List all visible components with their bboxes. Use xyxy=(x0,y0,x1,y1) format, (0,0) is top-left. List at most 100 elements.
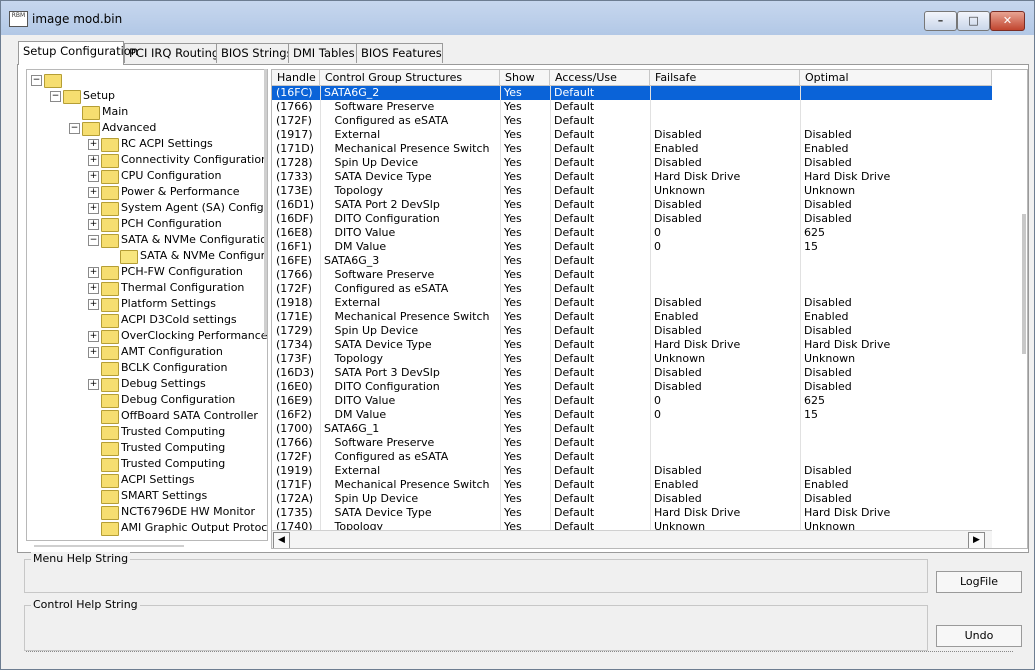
scroll-left-arrow-icon[interactable]: ◀ xyxy=(273,532,290,548)
tree-horizontal-scrollbar[interactable] xyxy=(34,545,184,547)
tree-item[interactable]: BCLK Configuration xyxy=(27,360,267,376)
col-failsafe[interactable]: Failsafe xyxy=(650,70,800,85)
table-row[interactable]: (16E8) DITO Value Yes Default 0 625 xyxy=(272,226,992,240)
tree-item[interactable]: ACPI D3Cold settings xyxy=(27,312,267,328)
expand-icon[interactable]: + xyxy=(88,283,99,294)
table-row[interactable]: (1766) Software Preserve Yes Default xyxy=(272,100,992,114)
expand-icon[interactable]: + xyxy=(88,203,99,214)
tree-item[interactable]: − xyxy=(27,72,267,88)
tree-item[interactable]: + AMT Configuration xyxy=(27,344,267,360)
tree-item[interactable]: Trusted Computing xyxy=(27,424,267,440)
col-handle[interactable]: Handle xyxy=(272,70,320,85)
table-row[interactable]: (171F) Mechanical Presence Switch Yes Defa… xyxy=(272,478,992,492)
expand-icon[interactable]: + xyxy=(88,171,99,182)
tree-item[interactable]: SATA & NVMe Configuration xyxy=(27,248,267,264)
tab-bios-features[interactable]: BIOS Features xyxy=(356,43,443,63)
table-row[interactable]: (1700) SATA6G_1 Yes Default xyxy=(272,422,992,436)
tree-item[interactable]: − Setup xyxy=(27,88,267,104)
tree-item[interactable]: − Advanced xyxy=(27,120,267,136)
tree-item[interactable]: + RC ACPI Settings xyxy=(27,136,267,152)
table-row[interactable]: (16F1) DM Value Yes Default 0 15 xyxy=(272,240,992,254)
table-row[interactable]: (172F) Configured as eSATA Yes Default xyxy=(272,282,992,296)
col-optimal[interactable]: Optimal xyxy=(800,70,992,85)
tree-item[interactable]: AMI Graphic Output Protocol xyxy=(27,520,267,536)
table-row[interactable]: (171D) Mechanical Presence Switch Yes Defa… xyxy=(272,142,992,156)
tree-item[interactable]: SMART Settings xyxy=(27,488,267,504)
table-row[interactable]: (1766) Software Preserve Yes Default xyxy=(272,436,992,450)
table-row[interactable]: (1918) External Yes Default Disabled Disable… xyxy=(272,296,992,310)
tree-item[interactable]: + Connectivity Configuration xyxy=(27,152,267,168)
tree-item[interactable]: + Power & Performance xyxy=(27,184,267,200)
tree-item[interactable]: + PCH-FW Configuration xyxy=(27,264,267,280)
tree-item[interactable]: Trusted Computing xyxy=(27,456,267,472)
table-row[interactable]: (1734) SATA Device Type Yes Default Hard Di… xyxy=(272,338,992,352)
table-row[interactable]: (173E) Topology Yes Default Unknown Unknown xyxy=(272,184,992,198)
table-row[interactable]: (172A) Spin Up Device Yes Default Disabled D… xyxy=(272,492,992,506)
tree-item[interactable]: + Debug Settings xyxy=(27,376,267,392)
table-row[interactable]: (172F) Configured as eSATA Yes Default xyxy=(272,450,992,464)
expand-icon[interactable]: + xyxy=(88,267,99,278)
table-row[interactable]: (1733) SATA Device Type Yes Default Hard Di… xyxy=(272,170,992,184)
tree-item[interactable]: Trusted Computing xyxy=(27,440,267,456)
tab-setup-configuration[interactable]: Setup Configuration xyxy=(18,41,138,65)
grid-vertical-scroll-thumb[interactable] xyxy=(1022,214,1026,354)
table-row[interactable]: (16E9) DITO Value Yes Default 0 625 xyxy=(272,394,992,408)
title-bar[interactable]: RBM image mod.bin – □ ✕ xyxy=(1,1,1034,35)
table-row[interactable]: (1735) SATA Device Type Yes Default Hard Di… xyxy=(272,506,992,520)
tree-item[interactable]: OffBoard SATA Controller xyxy=(27,408,267,424)
expand-icon[interactable]: + xyxy=(88,187,99,198)
tab-dmi-tables[interactable]: DMI Tables xyxy=(288,43,360,63)
table-row[interactable]: (171E) Mechanical Presence Switch Yes Defa… xyxy=(272,310,992,324)
grid-horizontal-scrollbar[interactable]: ◀ ▶ xyxy=(272,530,992,548)
tree-vertical-scrollbar[interactable] xyxy=(264,69,267,335)
col-access-use[interactable]: Access/Use xyxy=(550,70,650,85)
scroll-right-arrow-icon[interactable]: ▶ xyxy=(968,532,985,548)
table-row[interactable]: (16E0) DITO Configuration Yes Default Disab… xyxy=(272,380,992,394)
table-row[interactable]: (16D1) SATA Port 2 DevSlp Yes Default Disab… xyxy=(272,198,992,212)
table-row[interactable]: (173F) Topology Yes Default Unknown Unknown xyxy=(272,352,992,366)
logfile-button[interactable]: LogFile xyxy=(936,571,1022,593)
tree-item[interactable]: Debug Configuration xyxy=(27,392,267,408)
grid-vertical-scrollbar[interactable] xyxy=(995,86,1027,529)
tree-item[interactable]: + Platform Settings xyxy=(27,296,267,312)
table-row[interactable]: (172F) Configured as eSATA Yes Default xyxy=(272,114,992,128)
tab-bios-strings[interactable]: BIOS Strings xyxy=(216,43,293,63)
tree-item[interactable]: + OverClocking Performance xyxy=(27,328,267,344)
table-row[interactable]: (16DF) DITO Configuration Yes Default Disab… xyxy=(272,212,992,226)
tree-item[interactable]: NCT6796DE HW Monitor xyxy=(27,504,267,520)
col-control-group[interactable]: Control Group Structures xyxy=(320,70,500,85)
tree-item[interactable]: Main xyxy=(27,104,267,120)
maximize-button[interactable]: □ xyxy=(957,11,990,31)
undo-button[interactable]: Undo xyxy=(936,625,1022,647)
tab-pci-irq-routing[interactable]: PCI IRQ Routing xyxy=(124,43,219,63)
minimize-button[interactable]: – xyxy=(924,11,957,31)
collapse-icon[interactable]: − xyxy=(69,123,80,134)
col-show[interactable]: Show xyxy=(500,70,550,85)
expand-icon[interactable]: + xyxy=(88,155,99,166)
table-row[interactable]: (1919) External Yes Default Disabled Disable… xyxy=(272,464,992,478)
expand-icon[interactable]: + xyxy=(88,347,99,358)
expand-icon[interactable]: + xyxy=(88,219,99,230)
table-row[interactable]: (16D3) SATA Port 3 DevSlp Yes Default Disab… xyxy=(272,366,992,380)
expand-icon[interactable]: + xyxy=(88,331,99,342)
expand-icon[interactable]: + xyxy=(88,299,99,310)
tree-item[interactable]: + CPU Configuration xyxy=(27,168,267,184)
collapse-icon[interactable]: − xyxy=(50,91,61,102)
close-button[interactable]: ✕ xyxy=(990,11,1025,31)
table-row[interactable]: (16FE) SATA6G_3 Yes Default xyxy=(272,254,992,268)
table-row[interactable]: (1728) Spin Up Device Yes Default Disabled D… xyxy=(272,156,992,170)
tree-item[interactable]: + System Agent (SA) Configuration xyxy=(27,200,267,216)
table-row[interactable]: (1917) External Yes Default Disabled Disable… xyxy=(272,128,992,142)
tree-item[interactable]: − SATA & NVMe Configuration xyxy=(27,232,267,248)
table-row[interactable]: (1729) Spin Up Device Yes Default Disabled D… xyxy=(272,324,992,338)
collapse-icon[interactable]: − xyxy=(31,75,42,86)
setup-tree[interactable]: − − Setup Main − Advanced + RC ACPI Settings + Co… xyxy=(26,69,268,541)
table-row[interactable]: (1766) Software Preserve Yes Default xyxy=(272,268,992,282)
tree-item[interactable]: ACPI Settings xyxy=(27,472,267,488)
tree-item[interactable]: + Thermal Configuration xyxy=(27,280,267,296)
expand-icon[interactable]: + xyxy=(88,139,99,150)
expand-icon[interactable]: + xyxy=(88,379,99,390)
table-row[interactable]: (16F2) DM Value Yes Default 0 15 xyxy=(272,408,992,422)
control-grid[interactable]: Handle Control Group Structures Show Acc… xyxy=(271,69,1028,549)
table-row[interactable]: (16FC) SATA6G_2 Yes Default xyxy=(272,86,992,100)
